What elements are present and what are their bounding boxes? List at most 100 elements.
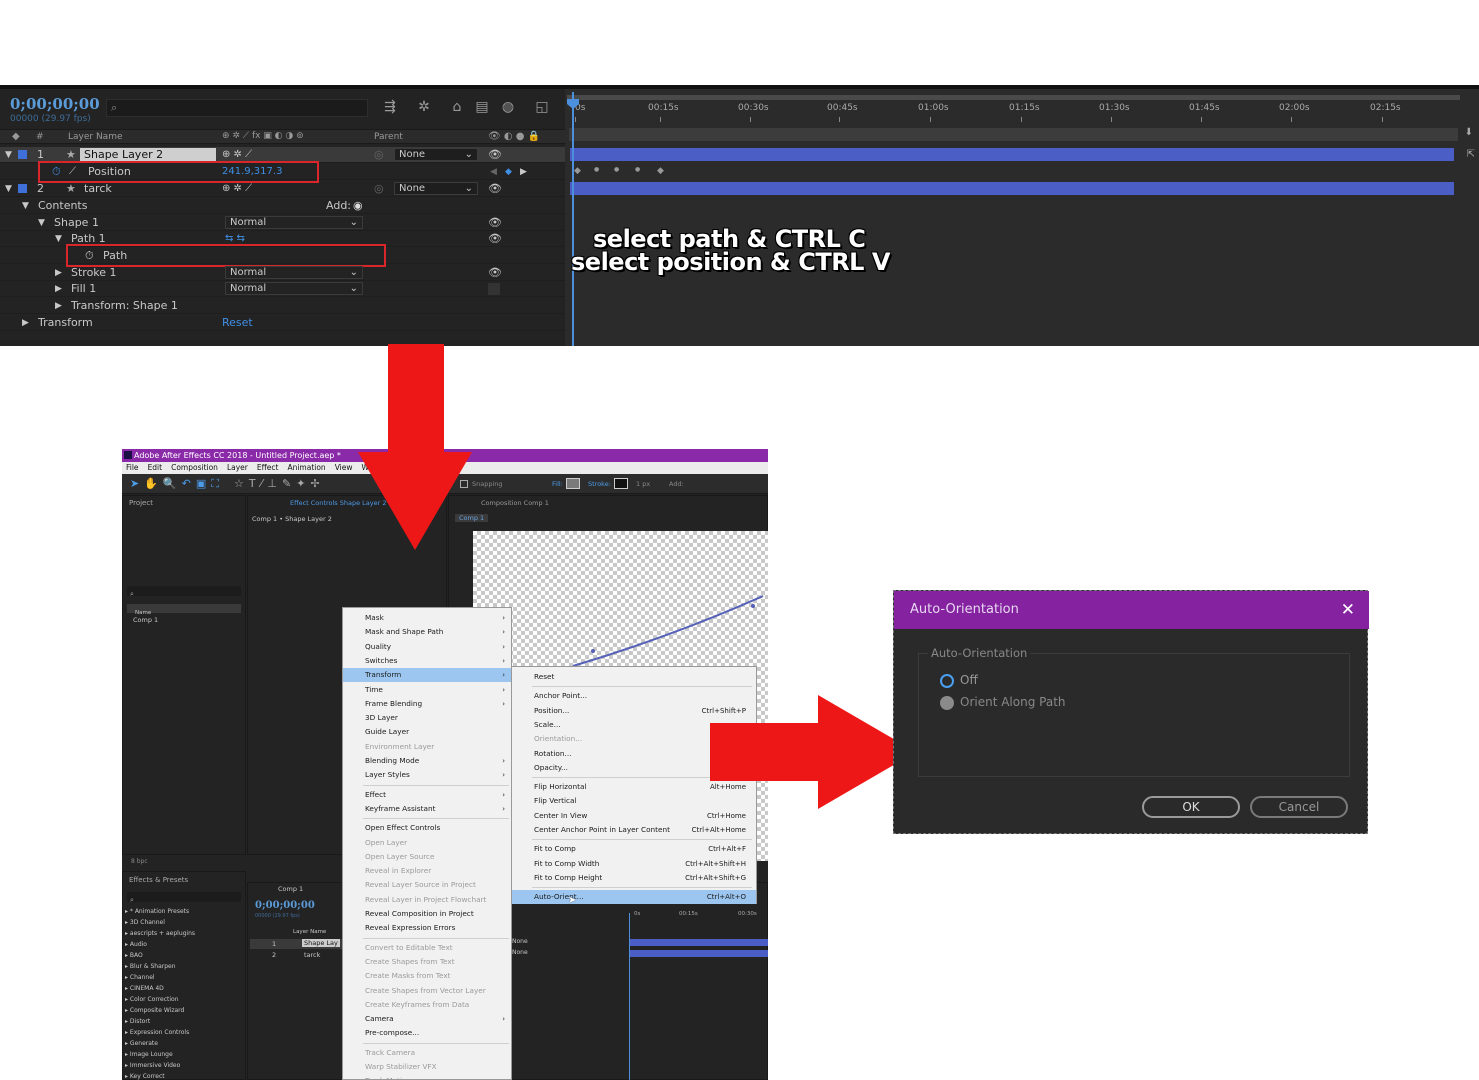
shape-tool-icons[interactable]: ☆T⁄⊥✎✦✢ bbox=[234, 477, 325, 490]
keyframe-diamond-icon[interactable]: ◆ bbox=[657, 166, 664, 176]
position-keyframes[interactable]: ◆ ● ● ● ◆ bbox=[565, 166, 765, 180]
visibility-eye-icon[interactable]: 👁 bbox=[488, 231, 502, 247]
reset-link[interactable]: Reset bbox=[222, 315, 253, 331]
layer-row-2[interactable]: ▼ 2 ★ tarck ⊕ ✲ ⟋ ◎ None ⌄ 👁 bbox=[0, 181, 565, 197]
collapse-triangle-icon[interactable]: ▶ bbox=[55, 281, 62, 297]
mini-layer-2-bar[interactable] bbox=[629, 950, 768, 957]
pickwhip-icon[interactable]: ◎ bbox=[374, 181, 384, 197]
context-menu-item[interactable]: Create Masks from Text bbox=[343, 969, 511, 983]
menu-edit[interactable]: Edit bbox=[148, 463, 163, 472]
context-menu-item[interactable]: Anchor Point... bbox=[512, 689, 756, 703]
menu-effect[interactable]: Effect bbox=[257, 463, 279, 472]
effects-list-item[interactable]: ▸ * Animation Presets bbox=[125, 906, 241, 917]
expand-triangle-icon[interactable]: ▼ bbox=[5, 147, 12, 163]
blend-mode-dropdown[interactable]: Normal ⌄ bbox=[225, 266, 363, 279]
composition-tab[interactable]: Composition Comp 1 bbox=[481, 499, 549, 507]
context-menu-item[interactable]: Layer Styles › bbox=[343, 768, 511, 782]
context-menu-item[interactable]: Create Shapes from Text bbox=[343, 955, 511, 969]
draft-3d-icon[interactable]: ✲ bbox=[415, 98, 433, 116]
effects-search-input[interactable]: ⌕ bbox=[127, 892, 241, 904]
time-ruler[interactable]: 0s 00:15s 00:30s 00:45s 01:00s 01:15s 01:30s 01… bbox=[565, 89, 1479, 125]
effects-list-item[interactable]: ▸ Image Lounge bbox=[125, 1049, 241, 1060]
effects-list-item[interactable]: ▸ Blur & Sharpen bbox=[125, 961, 241, 972]
expand-triangle-icon[interactable]: ▼ bbox=[22, 198, 29, 214]
context-menu-item[interactable]: Fit to Comp Ctrl+Alt+F bbox=[512, 842, 756, 856]
label-color-chip[interactable] bbox=[18, 184, 27, 193]
add-keyframe-icon[interactable]: ◆ bbox=[505, 164, 512, 180]
radio-selected-icon[interactable] bbox=[940, 674, 954, 688]
scroll-handle-icon[interactable]: ⬇ bbox=[1465, 127, 1473, 138]
collapse-triangle-icon[interactable]: ▶ bbox=[55, 265, 62, 281]
visibility-eye-icon[interactable]: 👁 bbox=[488, 147, 502, 163]
fill1-row[interactable]: ▶ Fill 1 Normal ⌄ bbox=[0, 281, 565, 297]
visibility-eye-icon[interactable]: 👁 bbox=[488, 181, 502, 197]
graph-editor-icon[interactable]: ◱ bbox=[533, 98, 551, 116]
context-menu-item[interactable]: Warp Stabilizer VFX bbox=[343, 1060, 511, 1074]
context-menu-item[interactable]: Open Layer bbox=[343, 836, 511, 850]
context-menu-item[interactable]: Track Camera bbox=[343, 1046, 511, 1060]
layer-name-column[interactable]: Layer Name bbox=[68, 132, 123, 142]
mini-parent-1[interactable]: None bbox=[512, 938, 528, 945]
context-menu-item[interactable]: Mask › bbox=[343, 611, 511, 625]
contents-row[interactable]: ▼ Contents Add: ◉ bbox=[0, 198, 565, 214]
context-menu-item[interactable]: Open Layer Source bbox=[343, 850, 511, 864]
mini-timecode[interactable]: 0;00;00;00 bbox=[255, 900, 315, 911]
mini-layer-row-1[interactable]: 1 Shape Lay bbox=[250, 939, 342, 949]
context-menu-item[interactable]: Auto-Orient... Ctrl+Alt+O bbox=[512, 890, 756, 905]
expand-triangle-icon[interactable]: ▼ bbox=[55, 231, 62, 247]
context-menu-item[interactable]: Quality › bbox=[343, 640, 511, 654]
radio-orient-label[interactable]: Orient Along Path bbox=[960, 695, 1066, 709]
stopwatch-icon[interactable]: ⏱ bbox=[85, 248, 94, 264]
next-keyframe-icon[interactable]: ▶ bbox=[520, 164, 527, 180]
effects-list-item[interactable]: ▸ Immersive Video bbox=[125, 1060, 241, 1071]
context-menu-item[interactable]: Flip Vertical bbox=[512, 794, 756, 808]
context-menu-item[interactable]: 3D Layer bbox=[343, 711, 511, 725]
mini-timeline-tab[interactable]: Comp 1 bbox=[278, 885, 303, 893]
context-menu-item[interactable]: Transform › bbox=[343, 668, 511, 683]
parent-dropdown[interactable]: None ⌄ bbox=[394, 148, 478, 161]
mini-parent-2[interactable]: None bbox=[512, 949, 528, 956]
keyframe-dot-icon[interactable]: ● bbox=[594, 166, 599, 173]
context-menu-item[interactable]: Frame Blending › bbox=[343, 697, 511, 711]
blend-mode-dropdown[interactable]: Normal ⌄ bbox=[225, 216, 363, 229]
transform-row[interactable]: ▶ Transform Reset bbox=[0, 315, 565, 331]
context-menu-item[interactable]: Create Shapes from Vector Layer bbox=[343, 984, 511, 998]
current-timecode[interactable]: 0;00;00;00 bbox=[10, 95, 100, 113]
effects-list-item[interactable]: ▸ Channel bbox=[125, 972, 241, 983]
position-property-row[interactable]: ⏱ ⟋ Position 241.9,317.3 ◀ ◆ ▶ bbox=[0, 161, 565, 183]
effects-list-item[interactable]: ▸ Key Correct bbox=[125, 1071, 241, 1080]
context-menu-item[interactable]: Fit to Comp Width Ctrl+Alt+Shift+H bbox=[512, 857, 756, 871]
context-menu-item[interactable]: Reveal Expression Errors bbox=[343, 921, 511, 935]
comp-nav-bar[interactable] bbox=[569, 128, 1458, 141]
visibility-eye-icon[interactable]: 👁 bbox=[488, 265, 502, 281]
effects-list-item[interactable]: ▸ 3D Channel bbox=[125, 917, 241, 928]
keyframe-diamond-icon[interactable]: ◆ bbox=[574, 166, 581, 176]
context-menu-item[interactable]: Fit to Comp Height Ctrl+Alt+Shift+G bbox=[512, 871, 756, 885]
context-menu-item[interactable]: Center In View Ctrl+Home bbox=[512, 809, 756, 823]
context-menu-item[interactable]: Reveal in Explorer bbox=[343, 864, 511, 878]
context-menu-item[interactable]: Environment Layer bbox=[343, 740, 511, 754]
collapse-triangle-icon[interactable]: ▶ bbox=[55, 298, 62, 314]
stroke1-row[interactable]: ▶ Stroke 1 Normal ⌄ 👁 bbox=[0, 265, 565, 281]
context-menu-item[interactable]: Convert to Editable Text bbox=[343, 941, 511, 955]
context-menu-item[interactable]: Reveal Layer in Project Flowchart bbox=[343, 893, 511, 907]
context-menu-item[interactable]: Camera › bbox=[343, 1012, 511, 1026]
frame-blending-icon[interactable]: ▤ bbox=[473, 98, 491, 116]
menu-layer[interactable]: Layer bbox=[227, 463, 248, 472]
parent-dropdown[interactable]: None ⌄ bbox=[394, 182, 478, 195]
mini-playhead[interactable] bbox=[629, 913, 630, 1080]
menu-view[interactable]: View bbox=[335, 463, 353, 472]
menu-file[interactable]: File bbox=[126, 463, 139, 472]
project-tab[interactable]: Project bbox=[129, 499, 153, 507]
layer-2-duration-bar[interactable] bbox=[570, 182, 1454, 195]
label-color-chip[interactable] bbox=[18, 150, 27, 159]
context-menu-item[interactable]: Guide Layer bbox=[343, 725, 511, 739]
context-menu-item[interactable]: Switches › bbox=[343, 654, 511, 668]
keyframe-dot-icon[interactable]: ● bbox=[614, 166, 619, 173]
menu-animation[interactable]: Animation bbox=[287, 463, 325, 472]
context-menu-item[interactable]: Effect › bbox=[343, 788, 511, 802]
context-menu-item[interactable]: Reveal Composition in Project bbox=[343, 907, 511, 921]
effects-list-item[interactable]: ▸ Expression Controls bbox=[125, 1027, 241, 1038]
keyframe-dot-icon[interactable]: ● bbox=[635, 166, 640, 173]
shy-layers-icon[interactable]: ⌂ bbox=[448, 98, 466, 116]
